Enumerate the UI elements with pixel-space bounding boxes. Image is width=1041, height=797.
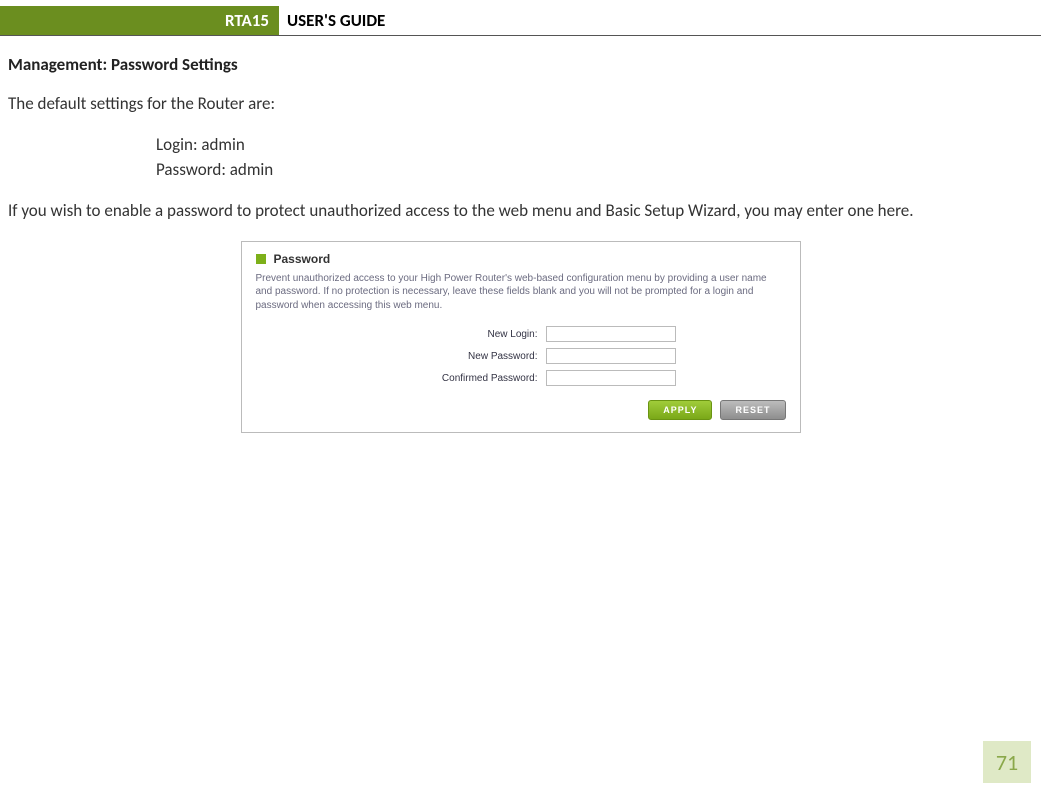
confirmed-password-input[interactable]: [546, 370, 676, 386]
header-accent-bar: [0, 6, 20, 35]
confirmed-password-row: Confirmed Password:: [256, 370, 786, 386]
panel-title: Password: [274, 252, 331, 266]
embedded-screenshot: Password Prevent unauthorized access to …: [8, 241, 1033, 434]
default-password: Password: admin: [156, 159, 1033, 182]
new-password-row: New Password:: [256, 348, 786, 364]
confirmed-password-label: Confirmed Password:: [256, 373, 546, 384]
button-row: APPLY RESET: [256, 400, 786, 420]
apply-button[interactable]: APPLY: [648, 400, 712, 420]
header-model: RTA15: [215, 6, 279, 35]
page-content: Management: Password Settings The defaul…: [0, 36, 1041, 433]
new-login-row: New Login:: [256, 326, 786, 342]
defaults-block: Login: admin Password: admin: [8, 134, 1033, 182]
panel-description: Prevent unauthorized access to your High…: [256, 272, 786, 313]
body-paragraph: If you wish to enable a password to prot…: [8, 200, 1033, 223]
reset-button[interactable]: RESET: [720, 400, 785, 420]
header-accent-fill: [20, 6, 215, 35]
new-password-label: New Password:: [256, 351, 546, 362]
new-password-input[interactable]: [546, 348, 676, 364]
header-title: USER'S GUIDE: [279, 6, 385, 35]
panel-title-row: Password: [256, 252, 786, 266]
intro-text: The default settings for the Router are:: [8, 93, 1033, 116]
doc-header: RTA15 USER'S GUIDE: [0, 6, 1041, 36]
password-panel: Password Prevent unauthorized access to …: [241, 241, 801, 434]
default-login: Login: admin: [156, 134, 1033, 157]
new-login-label: New Login:: [256, 329, 546, 340]
panel-bullet-icon: [256, 254, 266, 264]
section-heading: Management: Password Settings: [8, 54, 1033, 75]
page-number: 71: [983, 741, 1031, 783]
new-login-input[interactable]: [546, 326, 676, 342]
